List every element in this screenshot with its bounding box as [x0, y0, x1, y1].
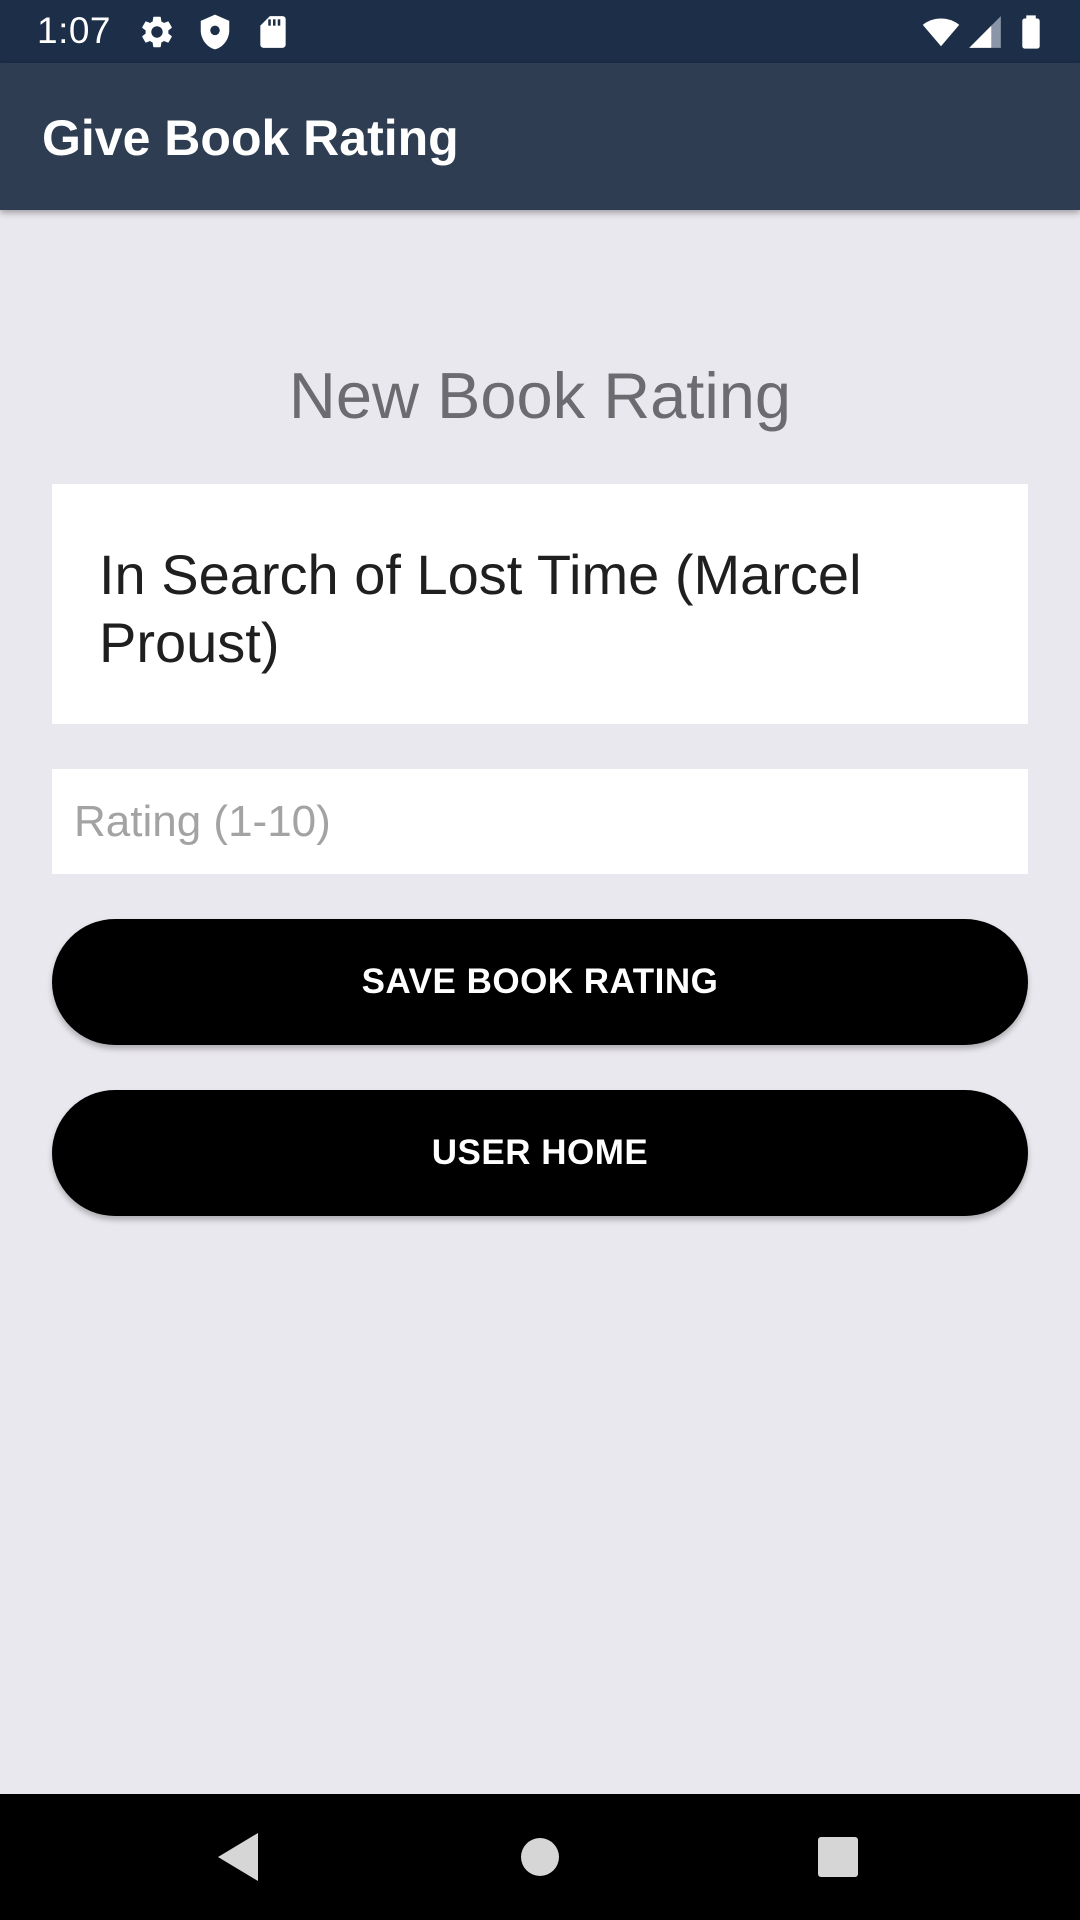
battery-icon: [1022, 15, 1040, 49]
status-bar: 1:07: [0, 0, 1080, 63]
sd-card-icon: [260, 16, 286, 48]
signal-icon: [969, 16, 1001, 48]
app-bar: Give Book Rating: [0, 63, 1080, 210]
back-icon[interactable]: [208, 1827, 268, 1887]
save-book-rating-button[interactable]: SAVE BOOK RATING: [52, 919, 1028, 1045]
rating-input[interactable]: [52, 769, 1028, 874]
page-heading: New Book Rating: [288, 359, 792, 432]
app-title: Give Book Rating: [42, 110, 459, 166]
gear-icon: [142, 16, 172, 48]
home-icon[interactable]: [510, 1827, 570, 1887]
recents-icon[interactable]: [808, 1827, 868, 1887]
shield-icon: [200, 14, 230, 50]
user-home-button[interactable]: USER HOME: [52, 1090, 1028, 1216]
navigation-bar: [0, 1794, 1080, 1920]
status-time: 1:07: [37, 10, 112, 51]
wifi-icon: [922, 18, 960, 47]
book-title-field: In Search of Lost Time (Marcel Proust): [52, 484, 1028, 724]
